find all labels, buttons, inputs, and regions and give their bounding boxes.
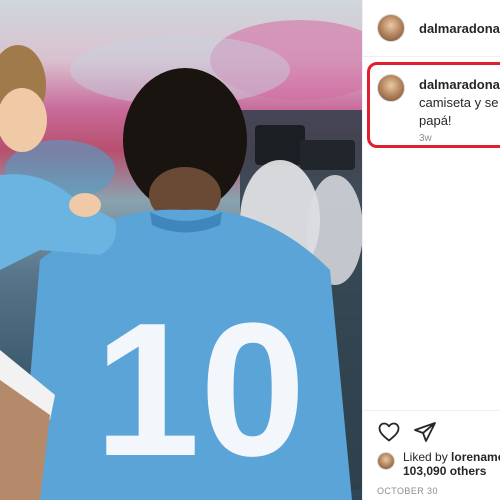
header-divider	[363, 56, 500, 57]
post-sidebar: dalmaradona✓ dalmaradona✓ camiseta y se …	[362, 0, 500, 500]
post-date: OCTOBER 30	[377, 486, 438, 496]
liked-by-user-link[interactable]: lorenamer	[451, 450, 500, 464]
liked-by-line: Liked by lorenamer	[403, 450, 500, 464]
others-count[interactable]: 103,090 others	[403, 464, 486, 478]
caption-line-2: papá!	[419, 113, 452, 128]
caption-text: dalmaradona✓ camiseta y se fe papá!	[419, 76, 500, 130]
paper-plane-icon[interactable]	[413, 420, 437, 444]
caption-comment: dalmaradona✓ camiseta y se fe papá!	[377, 74, 500, 144]
post-photo[interactable]: 10	[0, 0, 362, 500]
avatar[interactable]	[377, 14, 405, 42]
caption-line-1: camiseta y se fe	[419, 95, 500, 110]
header-username[interactable]: dalmaradona✓	[419, 21, 500, 36]
liker-avatar[interactable]	[377, 452, 395, 470]
caption-time[interactable]: 3w	[419, 133, 432, 144]
avatar[interactable]	[377, 74, 405, 102]
post-header: dalmaradona✓	[377, 14, 500, 42]
caption-username[interactable]: dalmaradona	[419, 77, 500, 92]
photo-illustration: 10	[0, 20, 362, 500]
likes-summary: Liked by lorenamer 103,090 others	[377, 450, 500, 480]
jersey-number: 10	[94, 284, 305, 496]
heart-icon[interactable]	[377, 420, 401, 444]
action-bar	[377, 420, 449, 444]
actions-divider	[363, 410, 500, 411]
